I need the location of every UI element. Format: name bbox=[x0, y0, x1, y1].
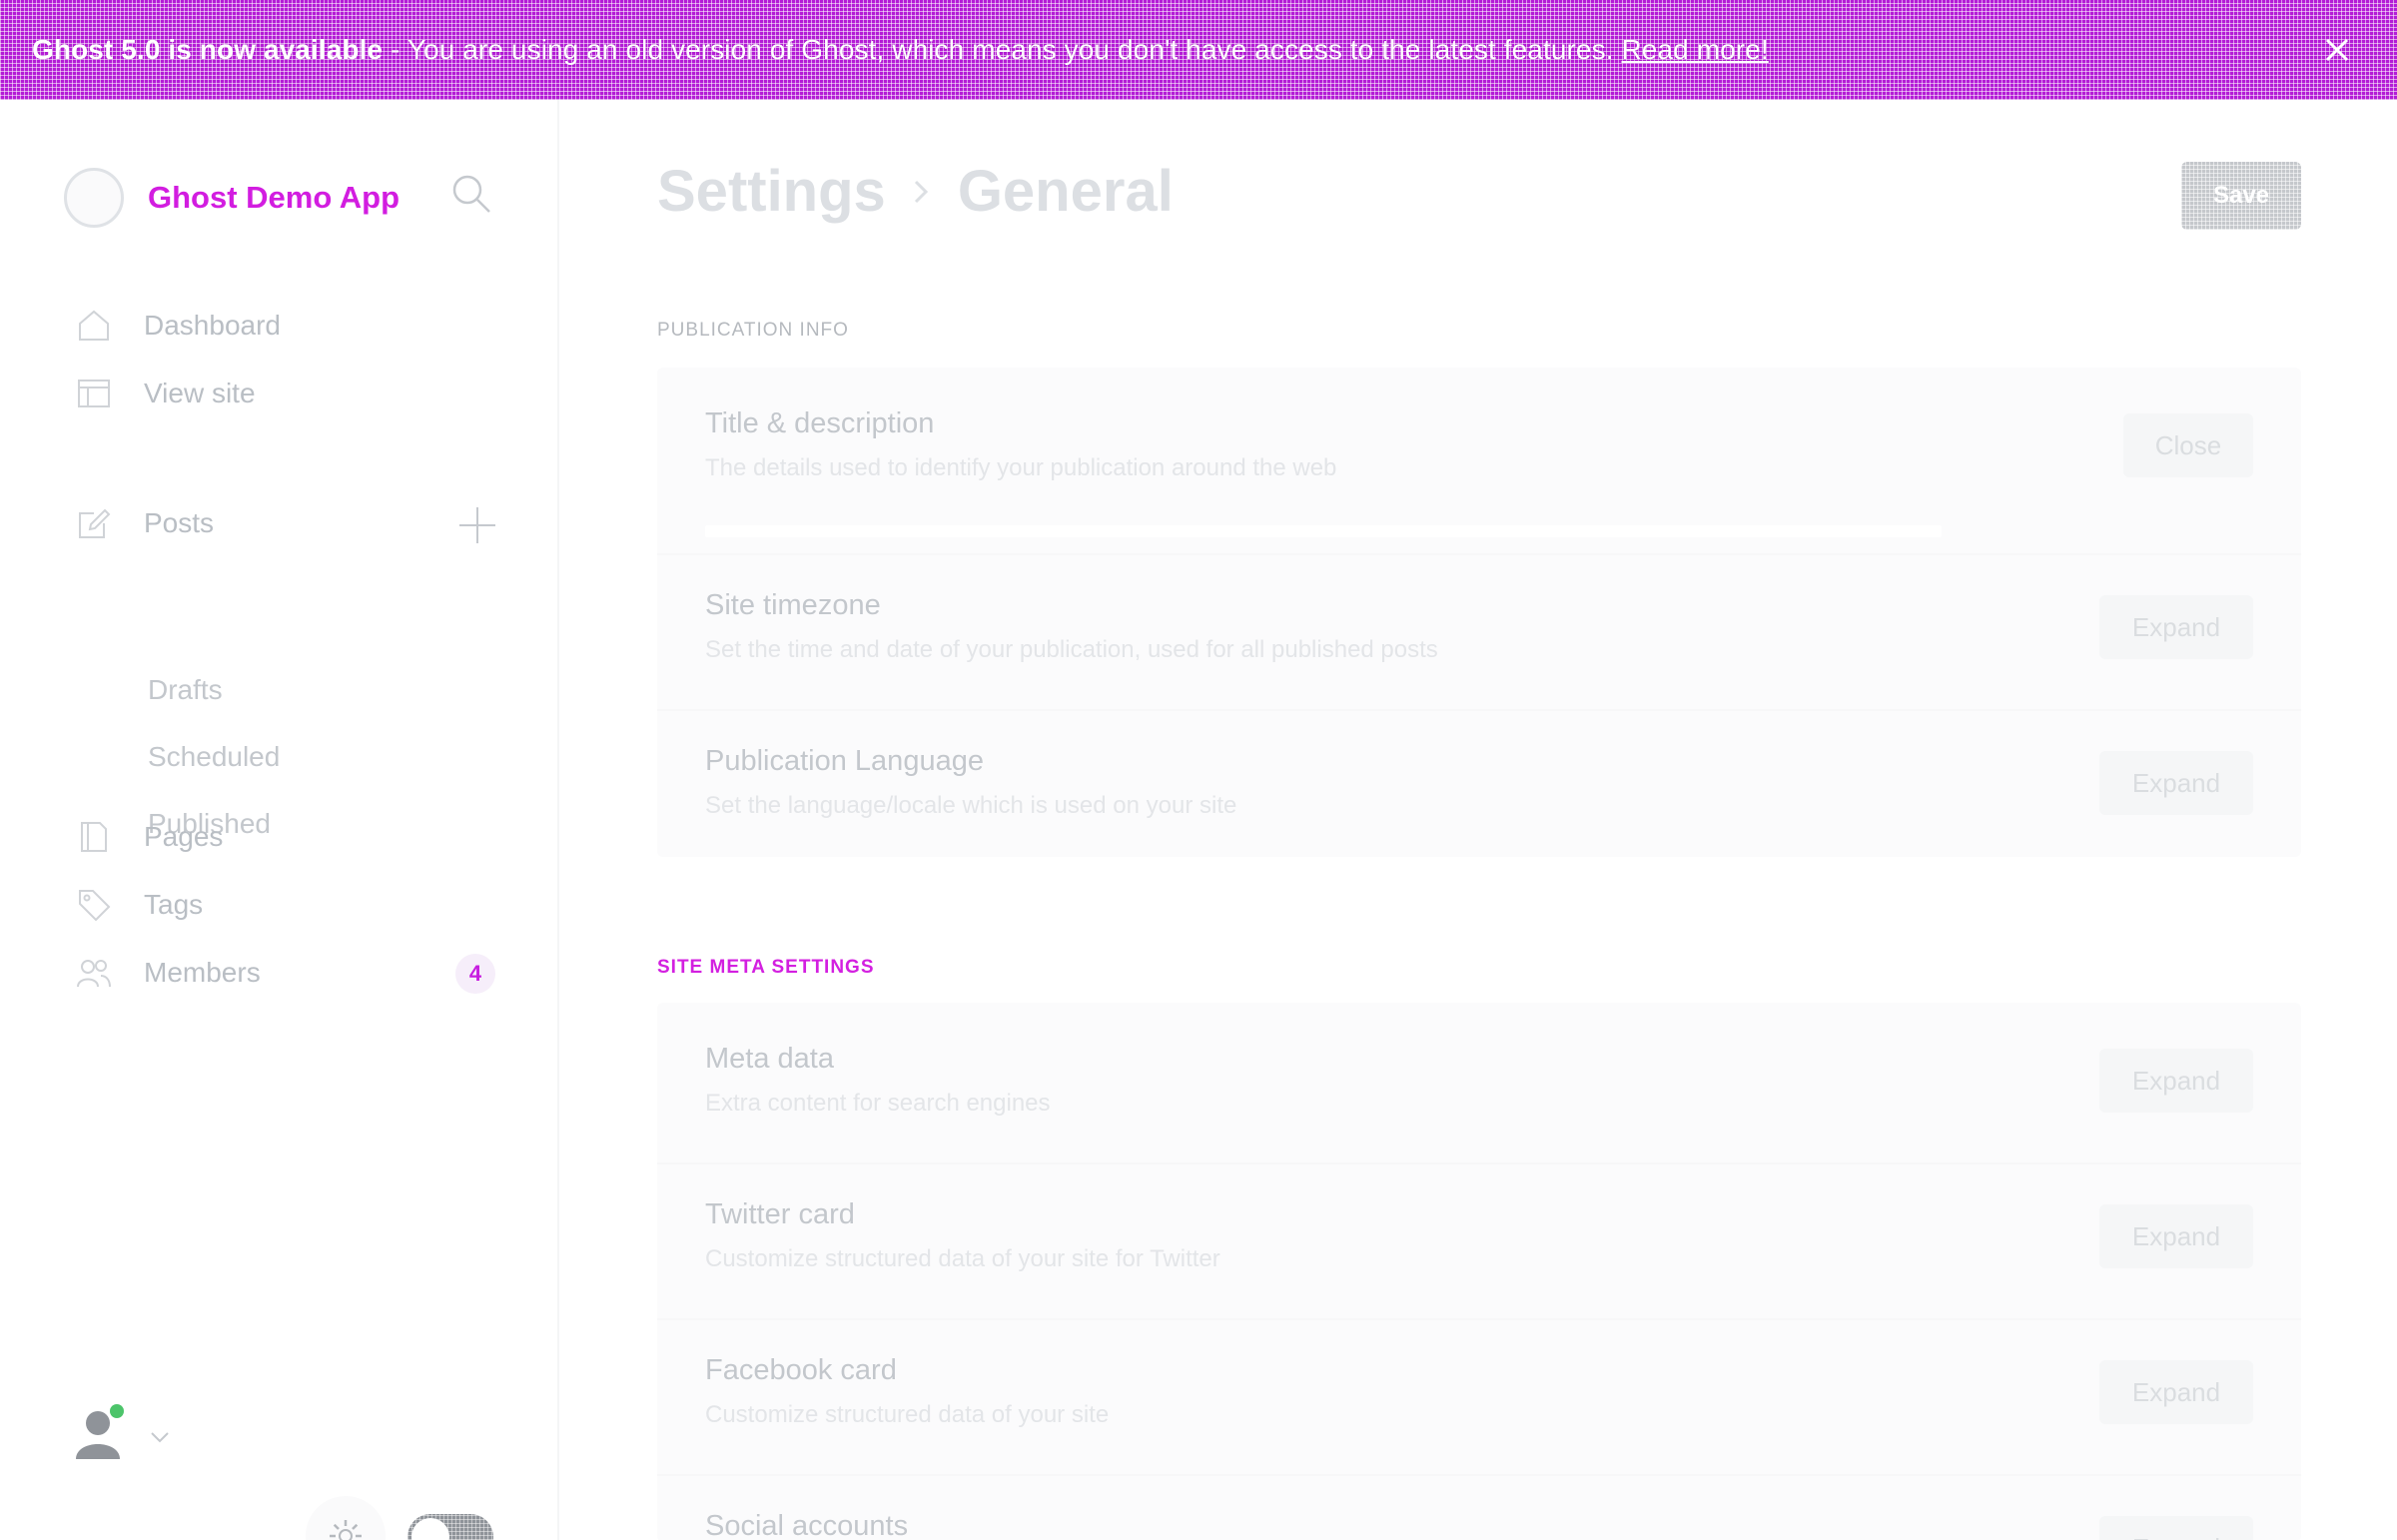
setting-publication-language: Publication Language Set the language/lo… bbox=[705, 745, 2253, 820]
banner-body-text: - You are using an old version of Ghost,… bbox=[383, 34, 1614, 65]
setting-description: Set the time and date of your publicatio… bbox=[705, 636, 1438, 663]
chevron-right-icon bbox=[914, 180, 928, 203]
members-icon bbox=[77, 960, 111, 988]
setting-meta-data: Meta data Extra content for search engin… bbox=[705, 1043, 2253, 1118]
pages-icon bbox=[81, 822, 107, 852]
setting-facebook-card: Facebook card Customize structured data … bbox=[705, 1354, 2253, 1429]
setting-title: Facebook card bbox=[705, 1354, 897, 1386]
user-avatar-icon[interactable] bbox=[70, 1403, 128, 1463]
home-icon bbox=[79, 310, 109, 341]
nav-label-view-site: View site bbox=[144, 378, 256, 408]
members-count-badge: 4 bbox=[455, 954, 495, 994]
breadcrumb-current: General bbox=[957, 159, 1174, 224]
main-content: Settings General Save PUBLICATION INFO T… bbox=[561, 100, 2397, 1540]
settings-button[interactable] bbox=[306, 1496, 386, 1540]
nav-label-pages: Pages bbox=[144, 821, 224, 852]
setting-description: The details used to identify your public… bbox=[705, 454, 1337, 481]
breadcrumb: Settings General bbox=[657, 158, 1174, 225]
setting-title: Social accounts bbox=[705, 1510, 909, 1540]
save-button[interactable]: Save bbox=[2181, 162, 2301, 230]
setting-description: Customize structured data of your site f… bbox=[705, 1245, 1220, 1272]
row-divider bbox=[657, 709, 2301, 711]
setting-title-description: Title & description The details used to … bbox=[705, 407, 2253, 482]
setting-description: Extra content for search engines bbox=[705, 1090, 1051, 1117]
update-banner: Ghost 5.0 is now available - You are usi… bbox=[0, 0, 2397, 100]
title-input-field[interactable] bbox=[705, 525, 1942, 537]
setting-title: Site timezone bbox=[705, 589, 881, 621]
nav-label-posts: Posts bbox=[144, 507, 215, 538]
setting-description: Customize structured data of your site bbox=[705, 1401, 1110, 1428]
row-divider bbox=[657, 1474, 2301, 1476]
chevron-down-icon[interactable] bbox=[146, 1423, 174, 1451]
nav-item-members[interactable]: Members bbox=[76, 949, 261, 997]
expand-button[interactable]: Expand bbox=[2099, 595, 2253, 659]
toggle-knob bbox=[411, 1518, 449, 1540]
close-icon[interactable] bbox=[2317, 30, 2357, 70]
expand-button[interactable]: Expand bbox=[2099, 1204, 2253, 1268]
row-divider bbox=[657, 1318, 2301, 1320]
breadcrumb-parent[interactable]: Settings bbox=[657, 158, 886, 225]
setting-title: Meta data bbox=[705, 1043, 834, 1075]
section-title-publication: PUBLICATION INFO bbox=[657, 320, 849, 341]
setting-social-accounts: Social accounts Expand bbox=[705, 1510, 2253, 1540]
close-button[interactable]: Close bbox=[2123, 413, 2253, 477]
setting-title: Title & description bbox=[705, 407, 935, 439]
setting-title: Publication Language bbox=[705, 745, 984, 777]
brand-logo bbox=[64, 168, 124, 228]
brand[interactable]: Ghost Demo App bbox=[64, 168, 400, 228]
gear-icon bbox=[330, 1520, 362, 1540]
expand-button[interactable]: Expand bbox=[2099, 1360, 2253, 1424]
search-icon[interactable] bbox=[449, 172, 493, 216]
browser-icon bbox=[78, 380, 110, 407]
brand-name: Ghost Demo App bbox=[148, 180, 400, 215]
plus-icon[interactable] bbox=[455, 503, 499, 547]
banner-version-text: Ghost 5.0 is now available bbox=[32, 34, 384, 65]
nav-item-tags[interactable]: Tags bbox=[76, 881, 203, 929]
setting-description: Set the language/locale which is used on… bbox=[705, 792, 1237, 819]
setting-twitter-card: Twitter card Customize structured data o… bbox=[705, 1198, 2253, 1273]
nav-item-pages[interactable]: Pages bbox=[76, 813, 223, 861]
dark-mode-toggle[interactable] bbox=[407, 1514, 493, 1540]
nav-label-dashboard: Dashboard bbox=[144, 310, 281, 341]
nav-item-drafts[interactable]: Drafts bbox=[148, 674, 223, 706]
expand-button[interactable]: Expand bbox=[2099, 1049, 2253, 1113]
expand-button[interactable]: Expand bbox=[2099, 1516, 2253, 1540]
row-divider bbox=[657, 553, 2301, 555]
nav-label-tags: Tags bbox=[144, 889, 204, 920]
setting-title: Twitter card bbox=[705, 1198, 855, 1230]
sidebar: Ghost Demo App Dashboard View site Posts… bbox=[0, 100, 559, 1540]
section-title-site-meta: SITE META SETTINGS bbox=[657, 957, 875, 978]
row-divider bbox=[657, 1162, 2301, 1164]
nav-label-members: Members bbox=[144, 957, 261, 988]
nav-item-view-site[interactable]: View site bbox=[76, 370, 256, 417]
banner-text: Ghost 5.0 is now available - You are usi… bbox=[32, 34, 1769, 66]
publication-settings-card: Title & description The details used to … bbox=[657, 368, 2301, 857]
expand-button[interactable]: Expand bbox=[2099, 751, 2253, 815]
site-meta-settings-card: Meta data Extra content for search engin… bbox=[657, 1003, 2301, 1540]
nav-item-posts[interactable]: Posts bbox=[76, 499, 214, 547]
edit-icon bbox=[79, 508, 111, 538]
nav-item-scheduled[interactable]: Scheduled bbox=[148, 741, 280, 773]
nav-item-dashboard[interactable]: Dashboard bbox=[76, 302, 281, 350]
setting-site-timezone: Site timezone Set the time and date of y… bbox=[705, 589, 2253, 664]
tag-icon bbox=[79, 890, 111, 922]
banner-read-more-link[interactable]: Read more! bbox=[1621, 34, 1768, 65]
